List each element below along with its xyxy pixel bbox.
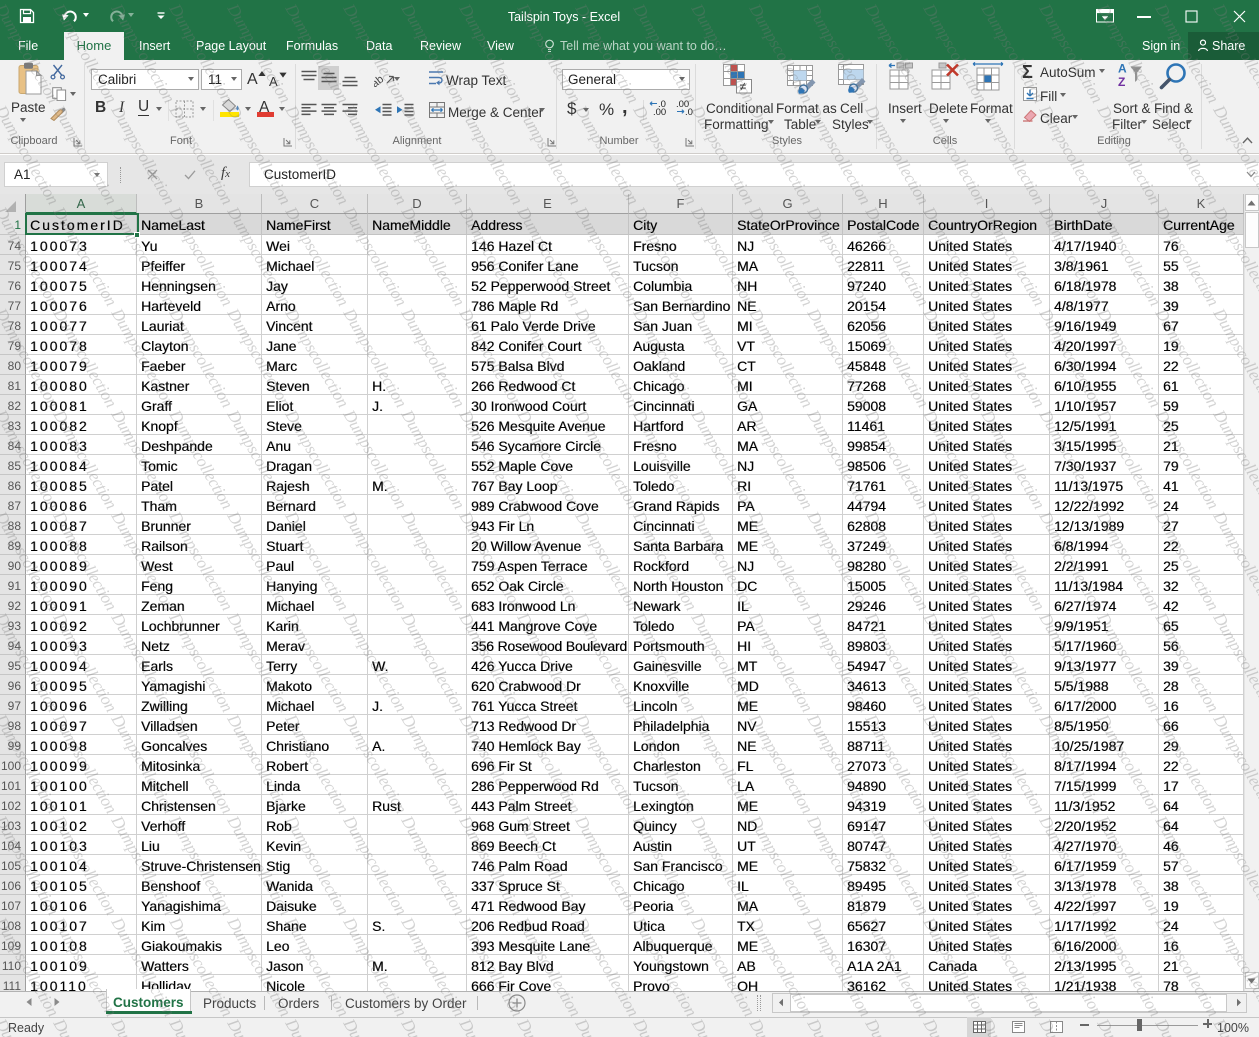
svg-text:Z: Z (1118, 75, 1125, 89)
svg-text:A: A (1118, 62, 1127, 76)
svg-text:ab: ab (374, 73, 386, 87)
svg-text:≠: ≠ (740, 80, 747, 94)
